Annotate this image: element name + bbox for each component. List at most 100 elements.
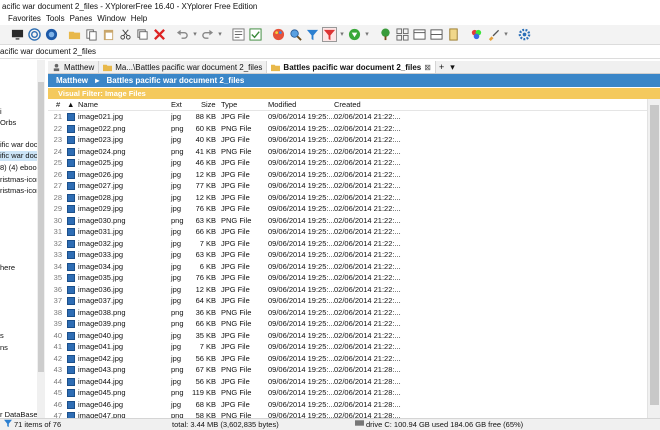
tree-item[interactable]: here [0, 263, 15, 273]
tree-item[interactable]: s [0, 331, 4, 341]
chevron-down-icon[interactable]: ▾ [364, 27, 370, 42]
row-number: 22 [53, 123, 62, 133]
target-icon[interactable] [27, 27, 42, 42]
table-row[interactable]: 25 image025.jpg jpg 46 KB JPG File 09/06/2014… [48, 157, 660, 169]
breadcrumb-leaf[interactable]: Battles pacific war document 2_files [106, 76, 244, 85]
visual-filter-icon[interactable] [322, 27, 337, 42]
tree-item[interactable]: ns [0, 343, 8, 353]
chevron-down-icon[interactable]: ▾ [503, 27, 509, 42]
paste-icon[interactable] [101, 27, 116, 42]
table-row[interactable]: 28 image028.jpg jpg 12 KB JPG File 09/06/2014… [48, 192, 660, 204]
redo-icon[interactable] [200, 27, 215, 42]
chevron-down-icon[interactable]: ▾ [217, 27, 223, 42]
add-tab-button[interactable]: + [436, 61, 447, 73]
table-row[interactable]: 43 image043.png png 67 KB PNG File 09/06/2014… [48, 364, 660, 376]
chevron-down-icon[interactable]: ▾ [192, 27, 198, 42]
column-header-type[interactable]: Type [221, 99, 237, 111]
tree-item[interactable]: r DataBase [0, 410, 38, 418]
table-row[interactable]: 29 image029.jpg jpg 76 KB JPG File 09/06/2014… [48, 203, 660, 215]
table-row[interactable]: 32 image032.jpg jpg 7 KB JPG File 09/06/2014 … [48, 238, 660, 250]
brush-icon[interactable] [486, 27, 501, 42]
column-header-ext[interactable]: Ext [171, 99, 182, 111]
delete-icon[interactable] [152, 27, 167, 42]
tree-scrollbar[interactable] [37, 60, 45, 418]
menu-help[interactable]: Help [131, 13, 152, 25]
table-row[interactable]: 21 image021.jpg jpg 88 KB JPG File 09/06/2014… [48, 111, 660, 123]
table-row[interactable]: 31 image031.jpg jpg 66 KB JPG File 09/06/2014… [48, 226, 660, 238]
table-row[interactable]: 38 image038.png png 36 KB PNG File 09/06/2014… [48, 307, 660, 319]
table-row[interactable]: 44 image044.jpg jpg 56 KB JPG File 09/06/2014… [48, 376, 660, 388]
close-tab-icon[interactable]: ⊠ [424, 63, 431, 72]
table-row[interactable]: 39 image039.png png 66 KB PNG File 09/06/2014… [48, 318, 660, 330]
table-row[interactable]: 26 image026.jpg jpg 12 KB JPG File 09/06/2014… [48, 169, 660, 181]
settings-icon[interactable] [517, 27, 532, 42]
column-header-name[interactable]: Name [78, 99, 98, 111]
file-type: PNG File [221, 215, 252, 225]
table-row[interactable]: 40 image040.jpg jpg 35 KB JPG File 09/06/2014… [48, 330, 660, 342]
copy-icon[interactable] [84, 27, 99, 42]
column-header-num[interactable]: # [56, 99, 60, 111]
breadcrumb-root[interactable]: Matthew [56, 76, 88, 85]
tab-battles[interactable]: Battles pacific war document 2_files ⊠ [267, 61, 436, 73]
filter-down-icon[interactable] [347, 27, 362, 42]
table-row[interactable]: 24 image024.png png 41 KB PNG File 09/06/2014… [48, 146, 660, 158]
image-file-icon [67, 159, 75, 167]
table-row[interactable]: 45 image045.png png 119 KB PNG File 09/06/201… [48, 387, 660, 399]
scrollbar-thumb[interactable] [38, 82, 44, 372]
palette-icon[interactable] [271, 27, 286, 42]
folder-open-icon[interactable] [67, 27, 82, 42]
tree-icon[interactable] [378, 27, 393, 42]
list-scrollbar[interactable] [647, 99, 660, 418]
image-file-icon [67, 400, 75, 409]
table-row[interactable]: 30 image030.png png 63 KB PNG File 09/06/2014… [48, 215, 660, 227]
tab-matthew[interactable]: Matthew [48, 61, 100, 73]
table-row[interactable]: 27 image027.jpg jpg 77 KB JPG File 09/06/2014… [48, 180, 660, 192]
tree-item[interactable]: Orbs [0, 118, 16, 128]
column-header-created[interactable]: Created [334, 99, 361, 111]
tabs-icon[interactable] [412, 27, 427, 42]
tree-item[interactable]: ific war docu [0, 140, 42, 150]
table-row[interactable]: 37 image037.jpg jpg 64 KB JPG File 09/06/2014… [48, 295, 660, 307]
duplicate-icon[interactable] [135, 27, 150, 42]
column-header-modified[interactable]: Modified [268, 99, 296, 111]
tab-menu-button[interactable]: ▾ [447, 61, 458, 73]
tree-item[interactable]: ristmas-icon [0, 175, 40, 185]
table-row[interactable]: 33 image033.jpg jpg 63 KB JPG File 09/06/2014… [48, 249, 660, 261]
visual-filter-bar[interactable]: Visual Filter: Image Files [48, 88, 660, 99]
file-size: 67 KB [195, 365, 216, 374]
table-row[interactable]: 41 image041.jpg jpg 7 KB JPG File 09/06/2014 … [48, 341, 660, 353]
table-row[interactable]: 47 image047.png png 58 KB PNG File 09/06/2014… [48, 410, 660, 418]
monitor-icon[interactable] [10, 27, 25, 42]
filter-icon[interactable] [305, 27, 320, 42]
checkbox-icon[interactable] [248, 27, 263, 42]
tree-item[interactable]: ristmas-icon [0, 186, 40, 196]
table-row[interactable]: 42 image042.jpg jpg 56 KB JPG File 09/06/2014… [48, 353, 660, 365]
table-row[interactable]: 23 image023.jpg jpg 40 KB JPG File 09/06/2014… [48, 134, 660, 146]
colors-icon[interactable] [469, 27, 484, 42]
column-header-size[interactable]: Size [201, 99, 216, 111]
menu-tools[interactable]: Tools [46, 13, 70, 25]
file-created: 02/06/2014 21:22:... [334, 181, 401, 190]
table-row[interactable]: 36 image036.jpg jpg 12 KB JPG File 09/06/2014… [48, 284, 660, 296]
table-row[interactable]: 35 image035.jpg jpg 76 KB JPG File 09/06/2014… [48, 272, 660, 284]
layout-icon[interactable] [429, 27, 444, 42]
tab-ma-path[interactable]: Ma...\Battles pacific war document 2_fil… [99, 61, 268, 73]
tree-item[interactable]: i [0, 107, 2, 117]
menu-window[interactable]: Window [97, 13, 130, 25]
address-bar[interactable]: acific war document 2_files [0, 45, 660, 59]
search-icon[interactable] [288, 27, 303, 42]
select-icon[interactable] [231, 27, 246, 42]
preview-icon[interactable] [446, 27, 461, 42]
table-row[interactable]: 46 image046.jpg jpg 68 KB JPG File 09/06/2014… [48, 399, 660, 411]
table-row[interactable]: 34 image034.jpg jpg 6 KB JPG File 09/06/2014 … [48, 261, 660, 273]
scrollbar-thumb[interactable] [650, 105, 659, 405]
tree-item[interactable]: 8) (4) ebool [0, 163, 38, 173]
menu-panes[interactable]: Panes [70, 13, 98, 25]
menu-favorites[interactable]: Favorites [8, 13, 46, 25]
table-row[interactable]: 22 image022.png png 60 KB PNG File 09/06/2014… [48, 123, 660, 135]
globe-icon[interactable] [44, 27, 59, 42]
undo-icon[interactable] [175, 27, 190, 42]
chevron-down-icon[interactable]: ▾ [339, 27, 345, 42]
panes-icon[interactable] [395, 27, 410, 42]
cut-icon[interactable] [118, 27, 133, 42]
